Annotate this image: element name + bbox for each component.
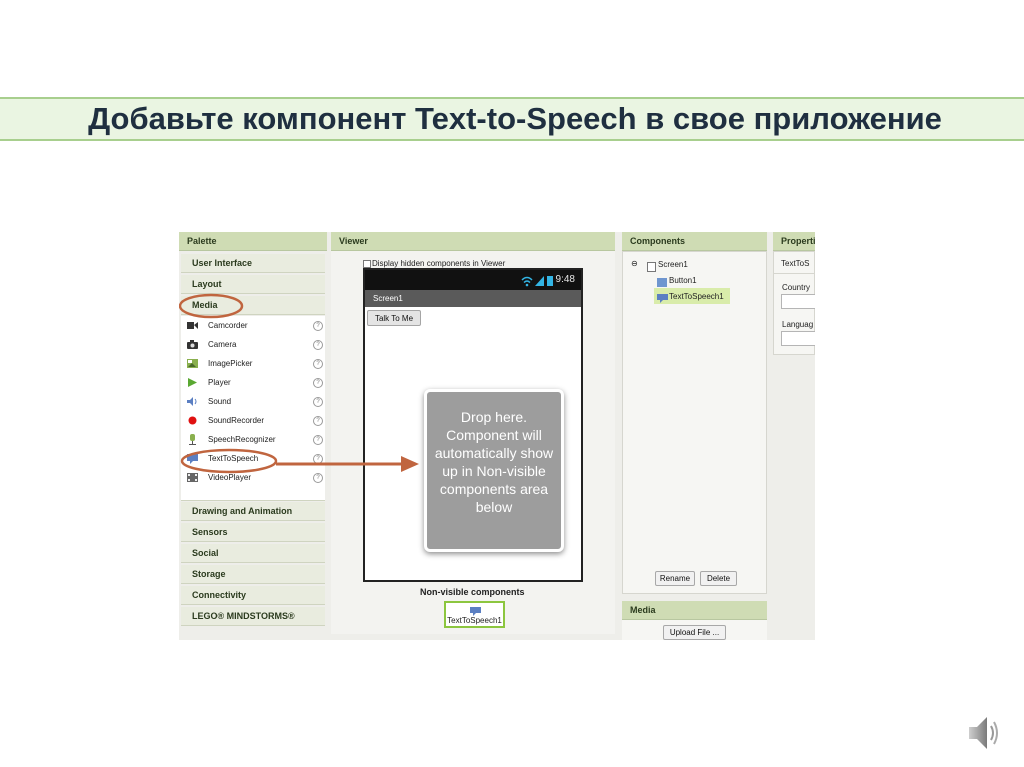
property-language-label: Languag — [782, 320, 814, 329]
texttospeech-highlight-ellipse — [180, 448, 278, 474]
slide-title: Добавьте компонент Text-to-Speech в свое… — [88, 101, 942, 136]
delete-button[interactable]: Delete — [700, 571, 737, 586]
screen-icon — [647, 259, 656, 277]
text-to-speech-icon — [657, 291, 668, 309]
property-country-label: Country — [782, 283, 811, 292]
app-inventor-screenshot: Palette User Interface Layout Media Camc… — [179, 232, 815, 640]
property-language-input[interactable] — [781, 331, 815, 346]
properties-component-name: TextToS — [781, 259, 810, 268]
upload-file-button[interactable]: Upload File ... — [663, 625, 726, 640]
media-highlight-ellipse — [179, 293, 244, 319]
tree-item-button1[interactable]: Button1 — [669, 276, 697, 285]
speaker-icon[interactable] — [967, 713, 1001, 758]
rename-button[interactable]: Rename — [655, 571, 695, 586]
tree-item-label: TextToSpeech1 — [669, 292, 724, 301]
drag-arrow-head — [401, 456, 419, 472]
tree-item-screen1[interactable]: Screen1 — [658, 260, 688, 269]
property-country-input[interactable] — [781, 294, 815, 309]
media-panel-header: Media — [622, 601, 767, 620]
collapse-icon[interactable]: ⊖ — [631, 259, 638, 268]
components-header: Components — [622, 232, 767, 251]
slide-title-band: Добавьте компонент Text-to-Speech в свое… — [0, 97, 1024, 141]
tree-item-texttospeech1-selected[interactable]: TextToSpeech1 — [654, 288, 730, 304]
properties-divider — [773, 273, 815, 274]
properties-header: Properti — [773, 232, 815, 251]
